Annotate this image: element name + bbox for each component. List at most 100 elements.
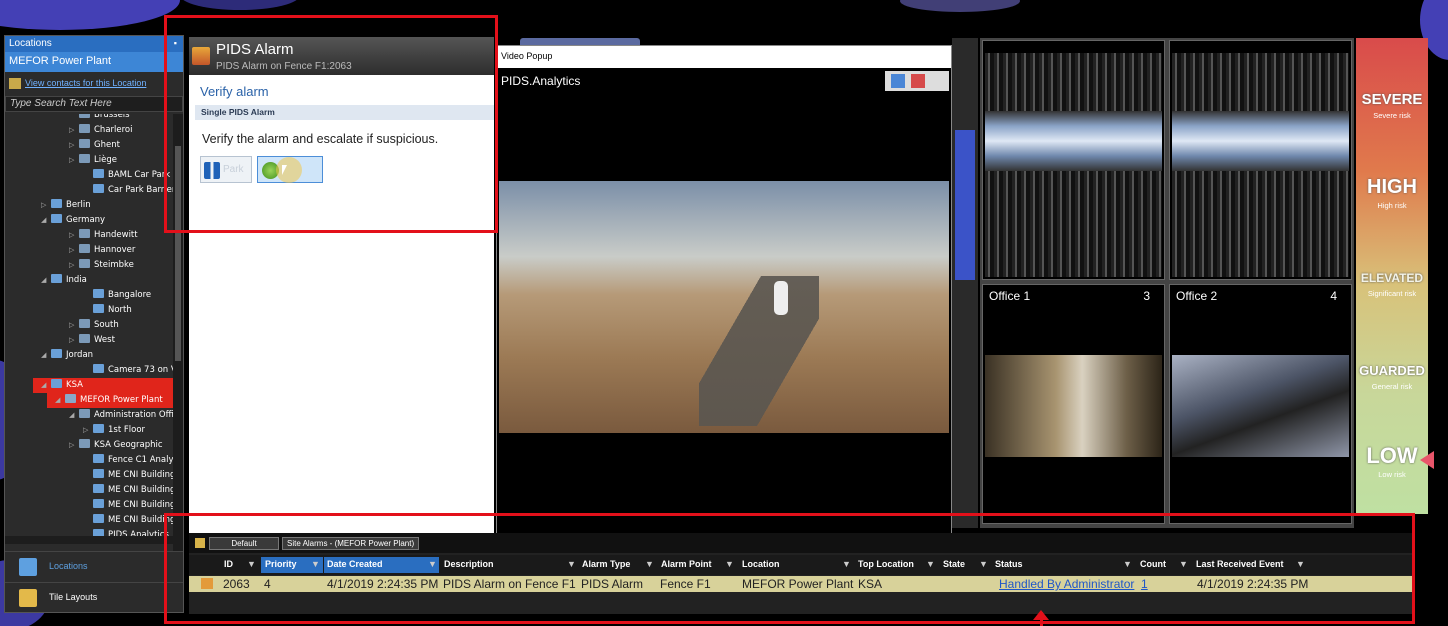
close-grid-icon[interactable] (911, 74, 925, 88)
tree-item[interactable]: ◢ India (5, 273, 87, 288)
camera-tile-office-1[interactable]: Office 1 3 (982, 284, 1165, 524)
tree-item-label: 1st Floor (108, 425, 146, 435)
tree-expander-icon[interactable]: ▷ (83, 423, 93, 438)
location-node-icon (79, 154, 90, 163)
tile-name: Office 2 (1176, 289, 1218, 303)
tree-item[interactable]: ▷ Berlin (5, 198, 91, 213)
tree-expander-icon[interactable]: ▷ (69, 333, 79, 348)
location-search-input[interactable]: Type Search Text Here (5, 96, 183, 112)
tree-expander-icon[interactable]: ▷ (69, 153, 79, 168)
tree-expander-icon[interactable]: ▷ (69, 228, 79, 243)
tree-expander-icon[interactable]: ▷ (69, 138, 79, 153)
location-node-icon (51, 274, 62, 283)
camera-tile[interactable] (982, 40, 1165, 280)
nav-locations-label: Locations (49, 561, 88, 571)
location-node-icon (93, 184, 104, 193)
tree-item[interactable]: ◢ KSA (33, 378, 173, 393)
nav-tile-layouts-button[interactable]: Tile Layouts (5, 582, 183, 612)
tree-expander-icon[interactable]: ▷ (69, 318, 79, 333)
tile-name: Office 1 (989, 289, 1031, 303)
tree-expander-icon[interactable]: ◢ (41, 378, 51, 393)
desktop: Locations ▪ MEFOR Power Plant View conta… (0, 0, 1448, 626)
threat-level-severe[interactable]: SEVERE (1356, 91, 1428, 108)
tree-item[interactable]: Car Park Barrier Control (5, 183, 173, 198)
tree-item[interactable]: ◢ Germany (5, 213, 105, 228)
tree-expander-icon[interactable]: ▷ (69, 123, 79, 138)
intruder-figure (774, 281, 788, 315)
tile-number: 3 (1143, 289, 1150, 303)
tree-item[interactable]: ▷ KSA Geographic (5, 438, 163, 453)
location-node-icon (93, 469, 104, 478)
location-node-icon (93, 289, 104, 298)
tree-expander-icon[interactable]: ◢ (55, 393, 65, 408)
grid-layout-icon[interactable] (891, 74, 905, 88)
tree-item[interactable]: North (5, 303, 132, 318)
nav-locations-button[interactable]: Locations (5, 551, 183, 581)
tree-expander-icon[interactable]: ◢ (41, 348, 51, 363)
camera-tile[interactable] (1169, 40, 1352, 280)
video-popup-window[interactable]: Video Popup PIDS.Analytics (496, 45, 952, 542)
tree-item[interactable]: ▷ Liège (5, 153, 117, 168)
tree-item[interactable]: ▷ Hannover (5, 243, 135, 258)
tree-expander-icon[interactable]: ◢ (41, 213, 51, 228)
tree-horizontal-scrollbar[interactable] (5, 536, 173, 544)
tree-item[interactable]: ▷ West (5, 333, 115, 348)
threat-level-low-desc: Low risk (1378, 470, 1406, 479)
tree-item[interactable]: ME CNI Building 4 (5, 513, 173, 528)
location-node-icon (93, 499, 104, 508)
tree-item-label: MEFOR Power Plant (80, 395, 163, 405)
tree-item[interactable]: Camera 73 on Video Serve (5, 363, 173, 378)
tree-item[interactable]: ◢ Jordan (5, 348, 93, 363)
tree-item-label: Liège (94, 155, 117, 165)
threat-level-guarded[interactable]: GUARDED (1356, 363, 1428, 378)
location-node-icon (93, 364, 104, 373)
threat-level-low[interactable]: LOW (1356, 443, 1428, 469)
tree-item[interactable]: ▷ Charleroi (5, 123, 133, 138)
video-popup-titlebar[interactable]: Video Popup (497, 46, 951, 68)
tree-expander-icon[interactable]: ▷ (69, 258, 79, 273)
location-node-icon (79, 139, 90, 148)
tree-item-label: Fence C1 Analytics (108, 455, 173, 465)
live-video-frame[interactable] (499, 181, 949, 433)
tree-expander-icon[interactable]: ◢ (41, 273, 51, 288)
tree-item[interactable]: Fence C1 Analytics (5, 453, 173, 468)
tree-item-label: ME CNI Building 3 (108, 500, 173, 510)
camera-tile-office-2[interactable]: Office 2 4 (1169, 284, 1352, 524)
tree-item[interactable]: Bangalore (5, 288, 151, 303)
current-location-title: MEFOR Power Plant (5, 52, 183, 72)
location-node-icon (79, 259, 90, 268)
tree-expander-icon[interactable]: ▷ (69, 438, 79, 453)
location-node-icon (51, 199, 62, 208)
tree-item[interactable]: ▷ Handewitt (5, 228, 138, 243)
view-contacts-link[interactable]: View contacts for this Location (25, 78, 146, 88)
tree-expander-icon[interactable]: ◢ (69, 408, 79, 423)
location-node-icon (93, 169, 104, 178)
tree-item-label: Bangalore (108, 290, 152, 300)
tree-item[interactable]: ◢ MEFOR Power Plant (47, 393, 173, 408)
tree-item[interactable]: ▷ Ghent (5, 138, 120, 153)
tree-item-label: ME CNI Building 2 (108, 485, 173, 495)
tree-item[interactable]: BAML Car Park (5, 168, 170, 183)
tree-item[interactable]: ME CNI Building 1 (5, 468, 173, 483)
tree-item-label: Hannover (94, 245, 136, 255)
tree-item[interactable]: ◢ Administration Office (5, 408, 173, 423)
locations-header-label: Locations (9, 38, 52, 49)
location-node-icon (79, 114, 90, 118)
threat-level-high[interactable]: HIGH (1356, 176, 1428, 199)
location-node-icon (79, 229, 90, 238)
tree-item-label: Germany (66, 215, 106, 225)
contacts-icon (9, 78, 21, 89)
tree-item[interactable]: ▷ 1st Floor (5, 423, 145, 438)
video-noise-band (985, 111, 1162, 171)
tree-expander-icon[interactable]: ▷ (41, 198, 51, 213)
office-2-video (1172, 355, 1349, 457)
tree-item[interactable]: ME CNI Building 2 (5, 483, 173, 498)
tree-item[interactable]: ▷ South (5, 318, 119, 333)
tree-item[interactable]: Brussels (5, 114, 130, 123)
tree-item[interactable]: ME CNI Building 3 (5, 498, 173, 513)
background-window-edge (955, 130, 975, 280)
threat-level-elevated[interactable]: ELEVATED (1356, 271, 1428, 285)
tree-item-label: KSA Geographic (94, 440, 163, 450)
tree-expander-icon[interactable]: ▷ (69, 243, 79, 258)
tree-item[interactable]: ▷ Steimbke (5, 258, 134, 273)
